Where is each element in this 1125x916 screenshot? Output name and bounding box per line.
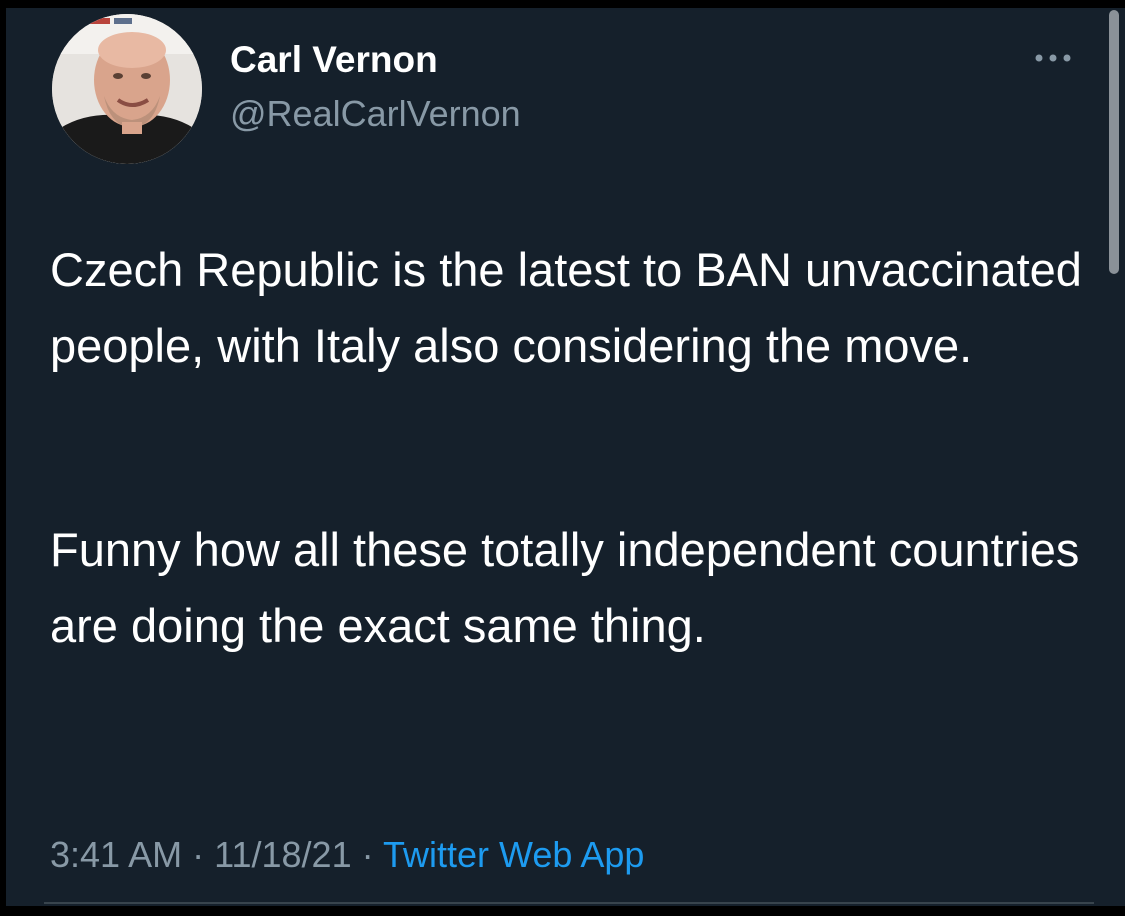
tweet-card: Carl Vernon @RealCarlVernon Czech Republ… [6, 8, 1125, 906]
tweet-time[interactable]: 3:41 AM [50, 834, 182, 875]
tweet-paragraph-text-1: Czech Republic is the latest to BAN unva… [50, 243, 1082, 372]
avatar[interactable] [52, 14, 202, 164]
tweet-paragraph-text-2: Funny how all these totally independent … [50, 523, 1080, 652]
scrollbar-thumb[interactable] [1109, 10, 1119, 274]
divider [44, 902, 1094, 904]
tweet-paragraph: Czech Republic is the latest to BAN unva… [50, 232, 1090, 384]
meta-separator: · [361, 834, 374, 875]
tweet-source-link[interactable]: Twitter Web App [383, 834, 644, 875]
avatar-portrait [52, 14, 202, 164]
author-handle[interactable]: @RealCarlVernon [230, 92, 521, 136]
tweet-paragraph: Funny how all these totally independent … [50, 512, 1090, 664]
screenshot-frame: Carl Vernon @RealCarlVernon Czech Republ… [0, 0, 1125, 916]
tweet-date[interactable]: 11/18/21 [214, 834, 351, 875]
more-horizontal-icon [1035, 54, 1071, 62]
meta-separator: · [192, 834, 205, 875]
author-display-name[interactable]: Carl Vernon [230, 38, 438, 82]
tweet-metadata: 3:41 AM · 11/18/21 · Twitter Web App [50, 832, 644, 878]
more-options-button[interactable] [1026, 42, 1080, 74]
